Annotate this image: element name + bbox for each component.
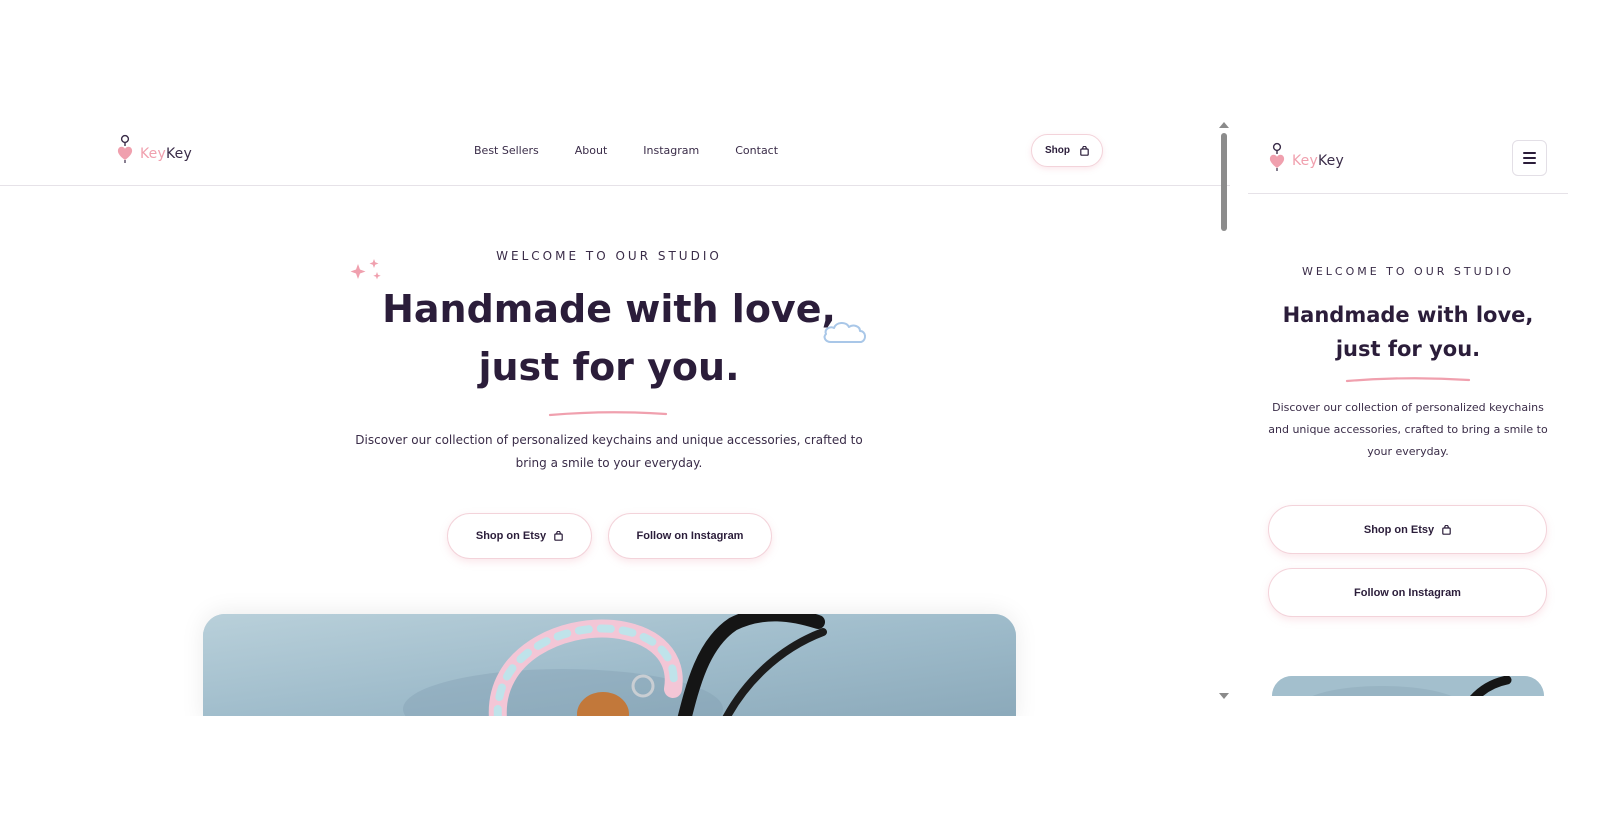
keychain-heart-logo-icon <box>117 134 133 163</box>
mobile-navbar: KeyKey <box>1248 120 1568 194</box>
scrollbar-up-arrow[interactable] <box>1219 122 1229 128</box>
hamburger-menu-button[interactable] <box>1512 140 1547 176</box>
hero-underline-decoration <box>1345 377 1471 383</box>
nav-link-instagram[interactable]: Instagram <box>643 144 699 157</box>
desktop-viewport: KeyKey Best Sellers About Instagram Cont… <box>0 120 1230 716</box>
brand-name-part2: Key <box>165 146 192 162</box>
shopping-bag-icon <box>1442 524 1451 535</box>
scrollbar-down-arrow[interactable] <box>1219 693 1229 699</box>
desktop-navbar: KeyKey Best Sellers About Instagram Cont… <box>0 120 1230 186</box>
hamburger-menu-icon <box>1523 152 1536 154</box>
brand-logo-mobile[interactable]: KeyKey <box>1268 142 1344 172</box>
keychain-photo-illustration <box>1272 676 1544 696</box>
nav-link-best-sellers[interactable]: Best Sellers <box>474 144 539 157</box>
desktop-nav-links: Best Sellers About Instagram Contact <box>474 144 778 157</box>
brand-name-part1: Key <box>140 146 166 162</box>
shopping-bag-icon <box>1080 145 1089 156</box>
shop-on-etsy-label: Shop on Etsy <box>475 530 547 542</box>
shop-button[interactable]: Shop <box>1031 134 1103 167</box>
hero-eyebrow-mobile: WELCOME TO OUR STUDIO <box>1301 265 1515 278</box>
follow-on-instagram-label: Follow on Instagram <box>1354 586 1461 599</box>
keychain-photo-illustration <box>203 614 1016 716</box>
hero-underline-decoration <box>548 411 668 417</box>
keychain-heart-logo-icon <box>1269 142 1285 171</box>
hero-description: Discover our collection of personalized … <box>355 433 863 470</box>
hero-headline-line1-mobile: Handmade with love, <box>1282 303 1534 327</box>
hero-headline-line1: Handmade with love, <box>382 287 836 331</box>
brand-name-part2: Key <box>1317 153 1344 169</box>
shop-on-etsy-button[interactable]: Shop on Etsy <box>447 513 592 559</box>
hero-headline-mobile: Handmade with love, just for you. <box>1258 298 1558 366</box>
hero-product-image <box>203 614 1016 716</box>
hero-product-image-mobile <box>1272 676 1544 696</box>
hero-eyebrow: WELCOME TO OUR STUDIO <box>496 249 722 263</box>
shop-button-label: Shop <box>1045 145 1070 156</box>
mobile-viewport: KeyKey WELCOME TO OUR STUDIO Handmade wi… <box>1248 120 1568 696</box>
follow-on-instagram-button[interactable]: Follow on Instagram <box>608 513 772 559</box>
hero-headline: Handmade with love, just for you. <box>334 280 884 396</box>
nav-link-about[interactable]: About <box>575 144 608 157</box>
shop-on-etsy-label: Shop on Etsy <box>1363 523 1435 536</box>
shop-on-etsy-button-mobile[interactable]: Shop on Etsy <box>1268 505 1547 554</box>
scrollbar-thumb[interactable] <box>1221 133 1227 231</box>
follow-on-instagram-label: Follow on Instagram <box>636 530 744 542</box>
shopping-bag-icon <box>554 531 563 541</box>
brand-logo[interactable]: KeyKey <box>116 134 192 164</box>
brand-name-part1: Key <box>1292 153 1318 169</box>
nav-link-contact[interactable]: Contact <box>735 144 778 157</box>
hero-description-mobile: Discover our collection of personalized … <box>1268 401 1548 458</box>
follow-on-instagram-button-mobile[interactable]: Follow on Instagram <box>1268 568 1547 617</box>
hero-headline-line2: just for you. <box>478 345 740 389</box>
hero-headline-line2-mobile: just for you. <box>1335 337 1481 361</box>
